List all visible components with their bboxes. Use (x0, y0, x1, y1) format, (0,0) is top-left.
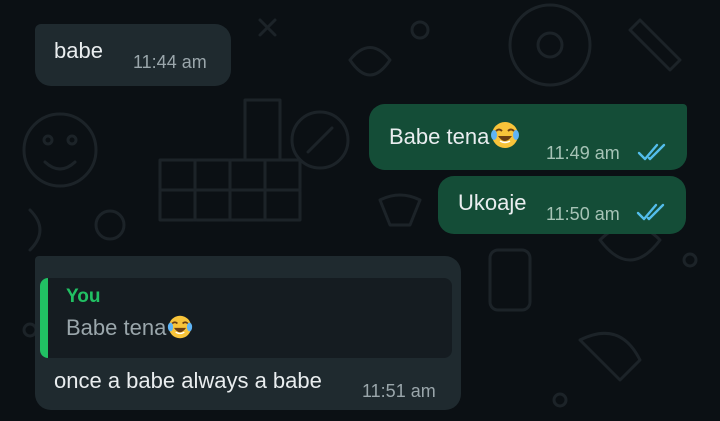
double-check-read-icon (637, 143, 666, 161)
outgoing-message-bubble[interactable]: Babe tena 11:49 am (369, 104, 687, 170)
face-with-tears-of-joy-icon (491, 122, 520, 148)
incoming-message-bubble[interactable]: babe 11:44 am (35, 24, 231, 86)
quoted-message-text-content: Babe tena (66, 315, 167, 340)
quoted-message-author: You (66, 286, 101, 307)
face-with-tears-of-joy-icon (168, 315, 193, 339)
chat-background: babe 11:44 am Babe tena 11:49 am Ukoaje … (0, 0, 720, 421)
outgoing-message-bubble[interactable]: Ukoaje 11:50 am (438, 176, 686, 234)
message-text: Ukoaje (458, 190, 527, 215)
quoted-message[interactable]: You Babe tena (40, 278, 452, 358)
message-text: babe (54, 38, 103, 63)
message-timestamp: 11:50 am (546, 204, 620, 224)
message-text: Babe tena (389, 120, 520, 150)
message-text-content: Babe tena (389, 124, 490, 149)
quote-accent-bar (40, 278, 48, 358)
message-text: once a babe always a babe (54, 368, 322, 393)
message-timestamp: 11:44 am (133, 52, 207, 72)
double-check-read-icon (636, 203, 665, 221)
message-timestamp: 11:49 am (546, 143, 620, 163)
message-timestamp: 11:51 am (362, 381, 436, 401)
quoted-message-text: Babe tena (66, 314, 193, 341)
